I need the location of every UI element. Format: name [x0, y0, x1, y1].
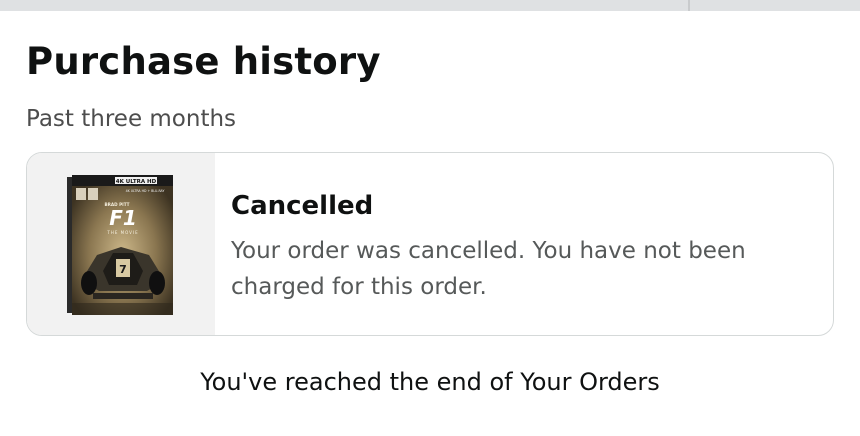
f1-logo: F1: [109, 206, 137, 230]
product-image: 4K ULTRA HD 4K ULTRA HD + BLU-RAY BRAD P…: [67, 175, 173, 315]
order-card[interactable]: 4K ULTRA HD 4K ULTRA HD + BLU-RAY BRAD P…: [26, 152, 834, 336]
car-number-text: 7: [119, 263, 127, 276]
page-title: Purchase history: [26, 40, 381, 83]
product-tagline-text: THE MOVIE: [106, 230, 138, 235]
product-badge-text: 4K ULTRA HD: [116, 179, 157, 185]
order-status-message: Your order was cancelled. You have not b…: [231, 238, 746, 300]
product-thumbnail-panel: 4K ULTRA HD 4K ULTRA HD + BLU-RAY BRAD P…: [27, 153, 215, 335]
page-subtitle: Past three months: [26, 106, 237, 132]
top-strip: [0, 0, 860, 11]
end-of-orders-message: You've reached the end of Your Orders: [200, 368, 660, 396]
order-status: Cancelled: [231, 191, 374, 221]
product-badge-subtext: 4K ULTRA HD + BLU-RAY: [126, 189, 165, 193]
strip-divider: [688, 0, 690, 11]
